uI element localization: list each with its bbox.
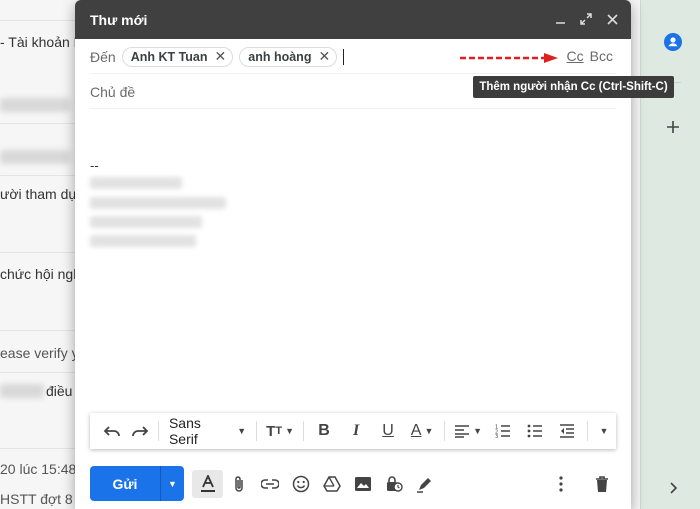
inbox-snippet: ười tham dự t <box>0 186 86 202</box>
insert-photo-icon[interactable] <box>347 470 378 498</box>
discard-draft-icon[interactable] <box>586 470 617 498</box>
blurred-text <box>0 98 70 112</box>
inbox-snippet: - Tài khoản N <box>0 34 84 50</box>
fullscreen-icon[interactable] <box>579 10 593 28</box>
compose-title: Thư mới <box>90 11 148 28</box>
send-button-group: Gửi ▼ <box>90 466 184 501</box>
undo-icon[interactable] <box>98 417 126 445</box>
blurred-text <box>0 384 44 398</box>
formatting-options-icon[interactable] <box>192 470 223 498</box>
send-options-icon[interactable]: ▼ <box>160 466 184 501</box>
svg-text:3: 3 <box>495 434 498 438</box>
cc-link[interactable]: Cc <box>567 48 584 64</box>
text-color-icon[interactable]: A ▼ <box>404 417 440 445</box>
bold-icon[interactable]: B <box>308 417 340 445</box>
google-drive-icon[interactable] <box>316 470 347 498</box>
annotation-arrow <box>460 53 558 63</box>
text-cursor <box>343 48 345 65</box>
to-label: Đến <box>90 48 116 65</box>
cc-tooltip: Thêm người nhận Cc (Ctrl-Shift-C) <box>473 76 674 98</box>
compose-header: Thư mới <box>75 0 631 39</box>
align-icon[interactable]: ▼ <box>449 417 487 445</box>
recipient-name: Anh KT Tuan <box>130 49 208 64</box>
confidential-mode-icon[interactable] <box>378 470 409 498</box>
inbox-snippet: điều <box>46 383 73 399</box>
recipient-chip[interactable]: Anh KT Tuan ✕ <box>121 46 234 67</box>
indent-less-icon[interactable] <box>551 417 583 445</box>
contacts-icon[interactable] <box>663 32 683 52</box>
remove-recipient-icon[interactable]: ✕ <box>318 48 330 65</box>
close-icon[interactable] <box>605 10 619 28</box>
formatting-toolbar: Sans Serif ▼ T T ▼ B I U A ▼ ▼ 123 ▼ <box>90 413 616 449</box>
recipient-name: anh hoàng <box>248 49 312 64</box>
insert-link-icon[interactable] <box>254 470 285 498</box>
inbox-snippet: ease verify y <box>0 345 79 361</box>
redo-icon[interactable] <box>126 417 154 445</box>
bcc-link[interactable]: Bcc <box>590 48 613 64</box>
blurred-text <box>0 150 70 164</box>
send-button[interactable]: Gửi <box>90 466 160 501</box>
font-family-select[interactable]: Sans Serif ▼ <box>163 415 252 447</box>
divider <box>158 421 159 441</box>
divider <box>444 421 446 441</box>
minimize-icon[interactable] <box>553 10 567 28</box>
more-formatting-icon[interactable]: ▼ <box>592 417 616 445</box>
attach-file-icon[interactable] <box>223 470 254 498</box>
text-size-icon[interactable]: T T ▼ <box>261 417 299 445</box>
bulleted-list-icon[interactable] <box>519 417 551 445</box>
underline-icon[interactable]: U <box>372 417 404 445</box>
subject-placeholder: Chủ đề <box>90 83 136 100</box>
signature-line <box>90 216 202 228</box>
signature-line <box>90 235 196 247</box>
recipient-chip[interactable]: anh hoàng ✕ <box>239 46 338 67</box>
signature-line <box>90 177 182 189</box>
signature-separator: -- <box>90 158 99 173</box>
divider <box>303 421 305 441</box>
chevron-down-icon: ▼ <box>237 426 247 436</box>
emoji-icon[interactable] <box>285 470 316 498</box>
inbox-snippet: 20 lúc 15:48 <box>0 461 77 477</box>
expand-panel-icon[interactable] <box>663 478 683 498</box>
inbox-snippet: chức hội ngh <box>0 266 81 282</box>
divider <box>256 421 258 441</box>
add-addon-icon[interactable] <box>663 117 683 137</box>
numbered-list-icon[interactable]: 123 <box>487 417 519 445</box>
divider <box>587 421 588 441</box>
font-family-label: Sans Serif <box>168 415 201 447</box>
italic-icon[interactable]: I <box>340 417 372 445</box>
signature-line <box>90 197 226 209</box>
remove-recipient-icon[interactable]: ✕ <box>215 48 227 65</box>
signature-icon[interactable] <box>409 470 440 498</box>
inbox-snippet: HSTT đợt 8 c <box>0 491 84 507</box>
more-options-icon[interactable] <box>545 470 576 498</box>
